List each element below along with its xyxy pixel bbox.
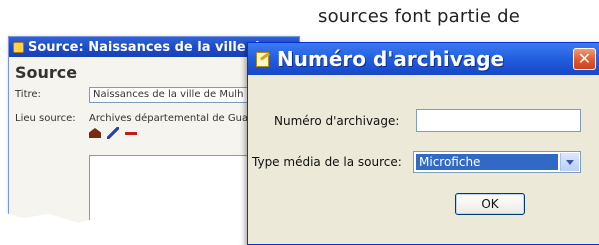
type-media-label: Type média de la source: (252, 155, 402, 169)
numero-archivage-dialog: Numéro d'archivage ✕ Numéro d'archivage:… (247, 42, 599, 245)
notepad-icon (254, 51, 271, 68)
window-icon (13, 41, 24, 53)
close-button[interactable]: ✕ (573, 48, 596, 70)
dialog-title: Numéro d'archivage (277, 47, 505, 71)
lieu-source-label: Lieu source: (15, 113, 76, 124)
caption-text: sources font partie de (318, 6, 521, 27)
house-icon[interactable] (89, 128, 101, 138)
numero-archivage-label: Numéro d'archivage: (274, 114, 400, 128)
type-media-selected-value: Microfiche (416, 154, 558, 170)
pen-icon[interactable] (107, 127, 119, 139)
type-media-select[interactable]: Microfiche (413, 151, 581, 173)
dialog-body: Numéro d'archivage: Type média de la sou… (248, 75, 599, 244)
numero-archivage-input[interactable] (416, 109, 581, 132)
source-window-title: Source: Naissances de la ville d (28, 39, 260, 55)
minus-icon[interactable] (125, 131, 137, 135)
titre-label: Titre: (15, 89, 41, 100)
ok-button[interactable]: OK (455, 193, 525, 215)
chevron-down-icon[interactable] (560, 153, 579, 171)
dialog-titlebar[interactable]: Numéro d'archivage ✕ (248, 43, 599, 75)
lieu-toolbar (89, 127, 137, 139)
source-heading: Source (15, 63, 78, 82)
lieu-source-value: Archives départemental de Gua (89, 113, 249, 124)
